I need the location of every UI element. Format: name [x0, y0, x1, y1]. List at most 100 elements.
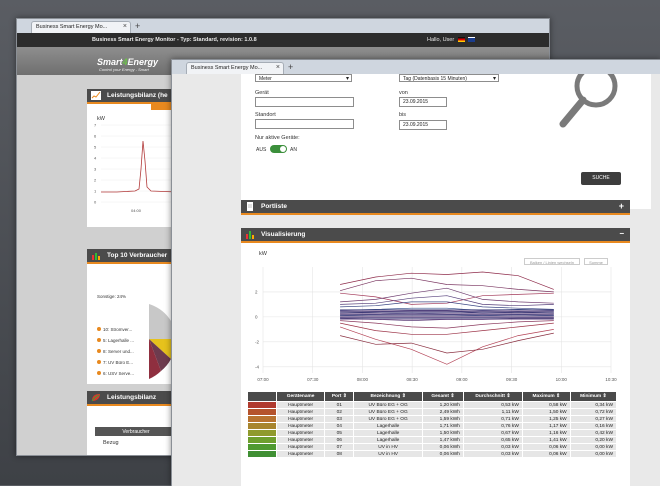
- x-tick-label: 08:00: [357, 377, 369, 382]
- search-button[interactable]: SUCHE: [581, 172, 621, 185]
- panel-header[interactable]: Top 10 Verbraucher: [87, 249, 177, 262]
- collapse-icon[interactable]: −: [619, 229, 624, 238]
- portliste-header[interactable]: Portliste +: [241, 200, 630, 213]
- legend-dot-icon: [97, 327, 101, 331]
- cell-name: Hauptmeter: [277, 451, 325, 457]
- series-line[interactable]: [340, 322, 554, 335]
- cell-name: Hauptmeter: [277, 416, 325, 422]
- series-line[interactable]: [340, 271, 554, 290]
- legend-dot-icon: [97, 349, 101, 353]
- legend-item[interactable]: 8: Server und...: [97, 349, 134, 354]
- table-row[interactable]: Hauptmeter 02 UV Büro EG + OG 2,49 kWh 1,11 …: [248, 409, 616, 415]
- column-header[interactable]: Gerätename: [277, 392, 325, 401]
- expand-icon[interactable]: +: [619, 201, 624, 211]
- sort-icon[interactable]: ⇕: [341, 394, 347, 399]
- cell-max: 1,41 kW: [522, 437, 570, 443]
- logo: Smart4Energy: [97, 57, 158, 67]
- series-line[interactable]: [340, 292, 554, 305]
- table-row[interactable]: Hauptmeter 04 Lagerhalle 1,71 kWh 0,76 kW 1,1…: [248, 423, 616, 429]
- y-tick-label: 1: [94, 189, 97, 194]
- period-select[interactable]: Tag (Datenbasis 15 Minuten): [399, 74, 499, 82]
- flag-uk-icon[interactable]: [468, 37, 475, 42]
- cell-total: 2,49 kWh: [422, 409, 463, 415]
- sort-icon[interactable]: ⇕: [555, 394, 560, 399]
- location-input[interactable]: [255, 119, 354, 129]
- new-tab-icon[interactable]: +: [288, 62, 293, 72]
- series-line[interactable]: [340, 295, 554, 307]
- legend-item[interactable]: 5: Lagerhalle ...: [97, 338, 134, 343]
- front-browser-tab[interactable]: Business Smart Energy Mo... ×: [186, 62, 284, 74]
- cell-min: 0,20 kW: [570, 437, 616, 443]
- column-header[interactable]: Durchschnitt ⇕: [463, 392, 522, 401]
- table-row[interactable]: Hauptmeter 06 Lagerhalle 1,47 kWh 0,65 kW 1,4…: [248, 437, 616, 443]
- series-line[interactable]: [340, 332, 554, 354]
- table-row[interactable]: Hauptmeter 05 Lagerhalle 1,50 kWh 0,67 kW 1,1…: [248, 430, 616, 436]
- column-header[interactable]: Port ⇕: [325, 392, 354, 401]
- legend-label: 6: USV Serve...: [103, 371, 135, 376]
- new-tab-icon[interactable]: +: [135, 21, 140, 31]
- legend-dot-icon: [97, 360, 101, 364]
- column-header[interactable]: Minimum ⇕: [570, 392, 616, 401]
- table-row[interactable]: Hauptmeter 01 UV Büro EG + OG 1,20 kWh 0,53 …: [248, 402, 616, 408]
- y-tick-label: 2: [94, 178, 97, 183]
- back-browser-tab[interactable]: Business Smart Energy Mo... ×: [31, 21, 131, 33]
- y-tick-label: 0: [94, 200, 97, 205]
- active-devices-toggle[interactable]: [270, 145, 287, 153]
- cell-name: Hauptmeter: [277, 430, 325, 436]
- from-date-input[interactable]: 23.09.2015: [399, 97, 447, 107]
- column-header[interactable]: Bezeichnung ⇕: [354, 392, 422, 401]
- sort-icon[interactable]: ⇕: [601, 394, 607, 399]
- legend-item[interactable]: 7: UV Büro E...: [97, 360, 133, 365]
- to-date-input[interactable]: 23.09.2015: [399, 120, 447, 130]
- column-header[interactable]: Gesamt ⇕: [422, 392, 463, 401]
- from-date-value: 23.09.2015: [403, 99, 429, 105]
- sort-icon[interactable]: ⇕: [400, 394, 406, 399]
- panel-header[interactable]: Leistungsbilanz: [87, 391, 177, 404]
- series-color-swatch: [248, 409, 276, 415]
- cell-name: Hauptmeter: [277, 402, 325, 408]
- to-label: bis: [399, 112, 407, 118]
- cell-total: 1,50 kWh: [422, 430, 463, 436]
- close-icon[interactable]: ×: [123, 23, 127, 30]
- panel-accent: [87, 404, 177, 406]
- cell-desc: Lagerhalle: [354, 430, 422, 436]
- column-header[interactable]: Maximum ⇕: [522, 392, 570, 401]
- legend-others: Sonstige: 24%: [97, 294, 127, 299]
- cell-min: 0,00 kW: [570, 451, 616, 457]
- series-line[interactable]: [340, 320, 554, 329]
- x-tick-label: 09:00: [456, 377, 468, 382]
- x-tick-label: 10:00: [556, 377, 568, 382]
- cell-desc: UV Büro EG + OG: [354, 416, 422, 422]
- cell-min: 0,00 kW: [570, 444, 616, 450]
- table-row[interactable]: Hauptmeter 07 UV in HV 0,06 kWh 0,03 kW 0,06 …: [248, 444, 616, 450]
- series-color-swatch: [248, 430, 276, 436]
- close-icon[interactable]: ×: [276, 64, 280, 71]
- table-row[interactable]: Hauptmeter 03 UV Büro EG + OG 1,59 kWh 0,71 …: [248, 416, 616, 422]
- cell-max: 1,50 kW: [522, 409, 570, 415]
- panel-title: Leistungsbilanz (he: [107, 92, 168, 99]
- panel-header[interactable]: Leistungsbilanz (he: [87, 89, 177, 102]
- document-icon: [247, 202, 253, 211]
- unit-select[interactable]: Meter: [255, 74, 352, 82]
- cell-port: 05: [325, 430, 354, 436]
- legend-item[interactable]: 10: Stromver...: [97, 327, 132, 332]
- series-line[interactable]: [339, 326, 554, 365]
- visualisierung-title: Visualisierung: [261, 231, 306, 238]
- cell-min: 0,72 kW: [570, 409, 616, 415]
- cell-max: 0,58 kW: [522, 402, 570, 408]
- device-input[interactable]: [255, 97, 354, 107]
- sort-icon[interactable]: ⇕: [449, 394, 454, 399]
- user-greeting: Hallo, User: [427, 37, 455, 43]
- app-title: Business Smart Energy Monitor - Typ: Sta…: [92, 37, 257, 43]
- series-line[interactable]: [340, 277, 554, 293]
- flag-de-icon[interactable]: [458, 37, 465, 42]
- visualisierung-body: kW Balken / Linien wechseln Summe 07:00 0…: [241, 243, 630, 486]
- bar-chart-icon: [92, 253, 100, 260]
- cell-avg: 0,76 kW: [463, 423, 522, 429]
- chart-icon: [91, 91, 101, 100]
- visualisierung-header[interactable]: Visualisierung −: [241, 228, 630, 241]
- sort-icon[interactable]: ⇕: [505, 394, 510, 399]
- legend-item[interactable]: 6: USV Serve...: [97, 371, 134, 376]
- cell-port: 02: [325, 409, 354, 415]
- table-row[interactable]: Hauptmeter 08 UV in HV 0,06 kWh 0,03 kW 0,06 …: [248, 451, 616, 457]
